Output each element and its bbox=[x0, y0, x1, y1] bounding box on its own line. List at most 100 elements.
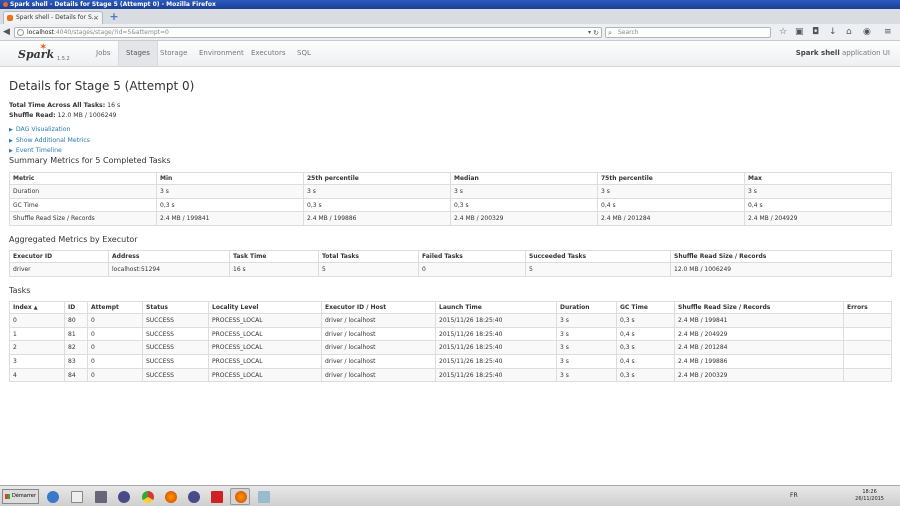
table-cell: 0 bbox=[87, 367, 143, 383]
column-header[interactable]: 25th percentile bbox=[303, 172, 451, 185]
firefox-icon[interactable] bbox=[160, 488, 180, 505]
tasks-table: Index ▲ ID Attempt Status Locality Level … bbox=[9, 301, 892, 383]
os-taskbar: Démarrer FR 18:26 26/11/2015 bbox=[0, 485, 900, 506]
reload-icon[interactable]: ↻ bbox=[593, 28, 599, 38]
column-header[interactable]: Median bbox=[450, 172, 598, 185]
table-cell: 3 s bbox=[556, 367, 617, 383]
search-input[interactable]: ⌕ Search bbox=[605, 27, 771, 38]
pocket-icon[interactable]: ◘ bbox=[812, 26, 819, 38]
window-title-bar: Spark shell - Details for Stage 5 (Attem… bbox=[0, 0, 900, 9]
table-cell bbox=[843, 326, 892, 342]
clock[interactable]: 18:26 26/11/2015 bbox=[855, 489, 884, 503]
column-header[interactable]: Attempt bbox=[87, 301, 143, 314]
explorer-icon[interactable] bbox=[42, 488, 62, 505]
table-cell: 3 s bbox=[556, 326, 617, 342]
additional-metrics-link[interactable]: ▶ Show Additional Metrics bbox=[9, 136, 90, 147]
column-header[interactable]: Task Time bbox=[229, 250, 319, 263]
nav-tab-environment[interactable]: Environment bbox=[192, 41, 251, 66]
bookmark-star-icon[interactable]: ☆ bbox=[779, 26, 787, 38]
table-cell: 3 s bbox=[556, 340, 617, 356]
column-header[interactable]: Max bbox=[744, 172, 892, 185]
table-cell bbox=[843, 367, 892, 383]
menu-icon[interactable]: ≡ bbox=[884, 26, 892, 38]
column-header[interactable]: Duration bbox=[556, 301, 617, 314]
network-icon[interactable] bbox=[90, 488, 110, 505]
event-timeline-link[interactable]: ▶ Event Timeline bbox=[9, 146, 90, 157]
table-cell: 0 bbox=[87, 354, 143, 369]
column-header[interactable]: Address bbox=[108, 250, 230, 263]
url-bar[interactable]: localhost:4040/stages/stage/?id=5&attemp… bbox=[14, 27, 602, 38]
nav-tab-storage[interactable]: Storage bbox=[153, 41, 194, 66]
firefox-icon bbox=[3, 2, 8, 7]
column-header[interactable]: Status bbox=[142, 301, 209, 314]
table-cell: 3 s bbox=[156, 184, 304, 199]
column-header[interactable]: Locality Level bbox=[208, 301, 322, 314]
table-cell: 2.4 MB / 199841 bbox=[674, 313, 844, 328]
expand-arrow-icon: ▶ bbox=[9, 148, 13, 154]
table-cell: 16 s bbox=[229, 262, 319, 277]
table-row: GC Time 0,3 s 0,3 s 0,3 s 0,4 s 0,4 s bbox=[9, 197, 892, 213]
reading-list-icon[interactable]: ▣ bbox=[795, 26, 804, 38]
new-tab-button[interactable]: + bbox=[108, 10, 120, 23]
nav-tab-jobs[interactable]: Jobs bbox=[89, 41, 117, 66]
site-identity-icon[interactable] bbox=[17, 29, 24, 36]
eclipse-icon[interactable] bbox=[183, 488, 203, 505]
column-header[interactable]: Executor ID / Host bbox=[321, 301, 436, 314]
pdf-icon[interactable] bbox=[206, 488, 226, 505]
column-header[interactable]: Failed Tasks bbox=[418, 250, 526, 263]
back-icon[interactable]: ◀ bbox=[3, 27, 10, 38]
stage-summary: Total Time Across All Tasks: 16 s Shuffl… bbox=[9, 101, 120, 121]
column-header[interactable]: Total Tasks bbox=[318, 250, 419, 263]
table-cell: 0,4 s bbox=[597, 197, 745, 213]
table-cell: 1 bbox=[9, 326, 65, 342]
nav-tab-executors[interactable]: Executors bbox=[244, 41, 293, 66]
nav-tab-stages[interactable]: Stages bbox=[118, 41, 158, 66]
firefox-icon[interactable] bbox=[230, 488, 250, 505]
tasks-title: Tasks bbox=[9, 286, 31, 295]
column-header-index[interactable]: Index ▲ bbox=[9, 301, 65, 314]
column-header[interactable]: Shuffle Read Size / Records bbox=[674, 301, 844, 314]
table-cell: 5 bbox=[318, 262, 419, 277]
download-icon[interactable]: ↓ bbox=[829, 26, 837, 38]
table-cell bbox=[843, 340, 892, 356]
nav-tab-sql[interactable]: SQL bbox=[290, 41, 318, 66]
column-header[interactable]: Shuffle Read Size / Records bbox=[670, 250, 892, 263]
app-icon[interactable] bbox=[66, 488, 86, 505]
table-header-row: Metric Min 25th percentile Median 75th p… bbox=[9, 172, 892, 185]
column-header[interactable]: 75th percentile bbox=[597, 172, 745, 185]
start-label: Démarrer bbox=[12, 493, 36, 499]
dag-visualization-link[interactable]: ▶ DAG Visualization bbox=[9, 125, 90, 136]
home-icon[interactable]: ⌂ bbox=[846, 26, 852, 38]
table-cell: 0,3 s bbox=[616, 340, 675, 356]
table-cell: 4 bbox=[9, 367, 65, 383]
spark-logo[interactable]: Spark ✶ 1.5.2 bbox=[17, 42, 70, 64]
chrome-icon[interactable] bbox=[137, 488, 157, 505]
table-cell: 3 s bbox=[744, 184, 892, 199]
table-cell: 3 s bbox=[450, 184, 598, 199]
table-cell: driver / localhost bbox=[321, 354, 436, 369]
close-tab-icon[interactable]: × bbox=[93, 12, 99, 24]
column-header[interactable]: Errors bbox=[843, 301, 892, 314]
table-cell: 84 bbox=[64, 367, 88, 383]
table-row: 1 81 0 SUCCESS PROCESS_LOCAL driver / localho… bbox=[9, 326, 892, 342]
url-dropdown-icon[interactable]: ▾ bbox=[588, 28, 591, 38]
table-cell: 0 bbox=[87, 313, 143, 328]
recycle-icon[interactable] bbox=[253, 488, 273, 505]
column-header[interactable]: GC Time bbox=[616, 301, 675, 314]
spark-star-icon: ✶ bbox=[39, 42, 48, 53]
table-cell: 0,3 s bbox=[616, 313, 675, 328]
eclipse-icon[interactable] bbox=[113, 488, 133, 505]
column-header[interactable]: Launch Time bbox=[435, 301, 557, 314]
column-header[interactable]: Succeeded Tasks bbox=[525, 250, 671, 263]
chat-icon[interactable]: ◉ bbox=[863, 26, 871, 38]
browser-tab[interactable]: Spark shell - Details for S... × bbox=[3, 11, 103, 24]
language-indicator[interactable]: FR bbox=[790, 492, 798, 499]
start-button[interactable]: Démarrer bbox=[2, 489, 39, 504]
column-header[interactable]: Metric bbox=[9, 172, 157, 185]
column-header[interactable]: Min bbox=[156, 172, 304, 185]
column-header[interactable]: Executor ID bbox=[9, 250, 109, 263]
column-header[interactable]: ID bbox=[64, 301, 88, 314]
table-cell bbox=[843, 354, 892, 369]
table-cell: SUCCESS bbox=[142, 313, 209, 328]
table-cell: driver / localhost bbox=[321, 313, 436, 328]
